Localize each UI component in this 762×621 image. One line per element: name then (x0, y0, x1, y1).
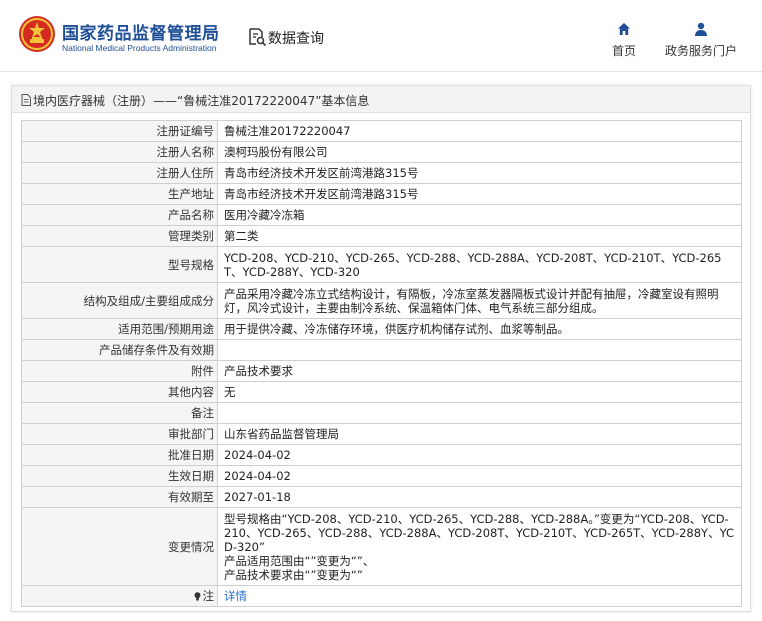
field-label: 附件 (21, 360, 218, 382)
field-value: 鲁械注准20172220047 (217, 120, 742, 142)
details-link[interactable]: 详情 (224, 589, 247, 603)
table-row: 生效日期 2024-04-02 (21, 465, 742, 487)
field-label: 管理类别 (21, 225, 218, 247)
field-value: 山东省药品监督管理局 (217, 423, 742, 445)
field-value: 型号规格由“YCD-208、YCD-210、YCD-265、YCD-288、YC… (217, 507, 742, 586)
field-label: 其他内容 (21, 381, 218, 403)
nav-service-portal[interactable]: 政务服务门户 (661, 22, 741, 59)
field-label: 注 (21, 585, 218, 607)
field-label: 备注 (21, 402, 218, 424)
field-label: 适用范围/预期用途 (21, 318, 218, 340)
detail-panel: 境内医疗器械（注册）——“鲁械注准20172220047”基本信息 注册证编号鲁… (11, 85, 751, 612)
field-label: 批准日期 (21, 444, 218, 466)
field-value: 2027-01-18 (217, 486, 742, 508)
field-value: 2024-04-02 (217, 465, 742, 487)
lightbulb-icon (194, 592, 200, 601)
field-value: 详情 (217, 585, 742, 607)
field-value: 产品技术要求 (217, 360, 742, 382)
field-value: 青岛市经济技术开发区前湾港路315号 (217, 183, 742, 205)
table-row: 注册人名称 澳柯玛股份有限公司 (21, 141, 742, 163)
table-row: 变更情况 型号规格由“YCD-208、YCD-210、YCD-265、YCD-28… (21, 507, 742, 586)
home-icon (618, 23, 630, 35)
table-row: 注册人住所 青岛市经济技术开发区前湾港路315号 (21, 162, 742, 184)
field-value: 医用冷藏冷冻箱 (217, 204, 742, 226)
table-row: 审批部门 山东省药品监督管理局 (21, 423, 742, 445)
national-emblem-icon[interactable] (18, 15, 56, 53)
table-row: 型号规格 YCD-208、YCD-210、YCD-265、YCD-288、YCD-… (21, 246, 742, 283)
table-row: 备注 (21, 402, 742, 424)
table-row: 适用范围/预期用途 用于提供冷藏、冷冻储存环境，供医疗机构储存试剂、血浆等制品。 (21, 318, 742, 340)
field-label: 审批部门 (21, 423, 218, 445)
table-row: 结构及组成/主要组成成分 产品采用冷藏冷冻立式结构设计，有隔板，冷冻室蒸发器隔板式… (21, 282, 742, 319)
field-value: 2024-04-02 (217, 444, 742, 466)
panel-title-bar: 境内医疗器械（注册）——“鲁械注准20172220047”基本信息 (12, 86, 750, 113)
table-row-note: 注详情 (21, 585, 742, 607)
field-label: 结构及组成/主要组成成分 (21, 282, 218, 319)
org-name-en[interactable]: National Medical Products Administration (62, 43, 217, 53)
nav-service-label: 政务服务门户 (664, 44, 737, 58)
table-row: 产品储存条件及有效期 (21, 339, 742, 361)
field-label: 注册人名称 (21, 141, 218, 163)
table-row: 产品名称 医用冷藏冷冻箱 (21, 204, 742, 226)
table-row: 生产地址 青岛市经济技术开发区前湾港路315号 (21, 183, 742, 205)
search-document-icon (249, 28, 267, 47)
field-label: 产品名称 (21, 204, 218, 226)
table-row: 其他内容无 (21, 381, 742, 403)
site-header: 国家药品监督管理局 National Medical Products Admi… (0, 0, 762, 72)
field-value: 青岛市经济技术开发区前湾港路315号 (217, 162, 742, 184)
note-label: 注 (202, 589, 215, 603)
field-value: 产品采用冷藏冷冻立式结构设计，有隔板，冷冻室蒸发器隔板式设计并配有抽屉，冷藏室设… (217, 282, 742, 319)
table-row: 管理类别 第二类 (21, 225, 742, 247)
field-value: 无 (217, 381, 742, 403)
field-label: 生产地址 (21, 183, 218, 205)
field-label: 有效期至 (21, 486, 218, 508)
org-name-cn[interactable]: 国家药品监督管理局 (62, 19, 220, 44)
table-row: 注册证编号 鲁械注准20172220047 (21, 120, 742, 142)
panel-title: 境内医疗器械（注册）——“鲁械注准20172220047”基本信息 (33, 94, 370, 108)
nav-home[interactable]: 首页 (609, 22, 639, 59)
field-label: 变更情况 (21, 507, 218, 586)
document-icon (21, 94, 31, 106)
table-row: 附件 产品技术要求 (21, 360, 742, 382)
field-value (217, 339, 742, 361)
table-row: 有效期至 2027-01-18 (21, 486, 742, 508)
field-label: 生效日期 (21, 465, 218, 487)
field-label: 注册人住所 (21, 162, 218, 184)
data-query-link[interactable]: 数据查询 (268, 28, 324, 48)
field-label: 型号规格 (21, 246, 218, 283)
registration-info-table: 注册证编号 鲁械注准20172220047 注册人名称 澳柯玛股份有限公司 注册人住所青… (21, 120, 742, 607)
field-value: YCD-208、YCD-210、YCD-265、YCD-288、YCD-288A… (217, 246, 742, 283)
field-value (217, 402, 742, 424)
user-icon (695, 22, 707, 36)
table-row: 批准日期 2024-04-02 (21, 444, 742, 466)
field-label: 产品储存条件及有效期 (21, 339, 218, 361)
field-value: 澳柯玛股份有限公司 (217, 141, 742, 163)
field-label: 注册证编号 (21, 120, 218, 142)
nav-home-label: 首页 (611, 44, 636, 58)
field-value: 第二类 (217, 225, 742, 247)
field-value: 用于提供冷藏、冷冻储存环境，供医疗机构储存试剂、血浆等制品。 (217, 318, 742, 340)
